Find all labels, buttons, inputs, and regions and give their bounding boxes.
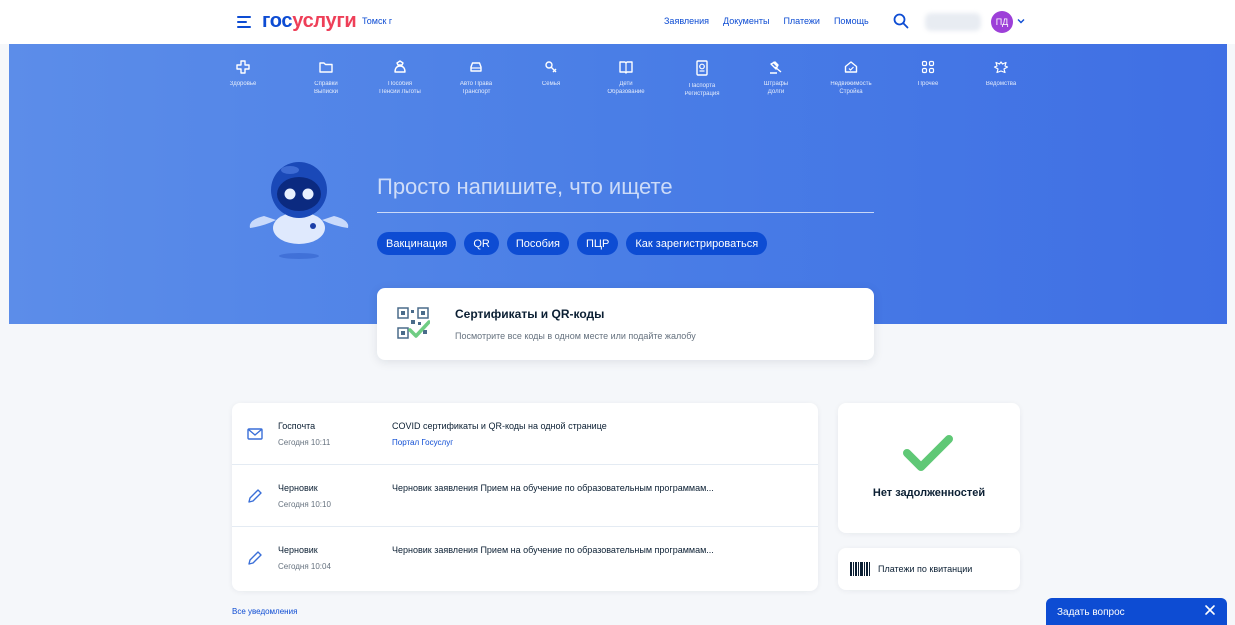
chip-how-to-register[interactable]: Как зарегистрироваться — [626, 232, 768, 255]
nav-payments[interactable]: Платежи — [783, 16, 820, 26]
ask-question-label: Задать вопрос — [1057, 607, 1125, 618]
grid-icon — [921, 60, 935, 74]
category-fines[interactable]: Штрафы Долги — [741, 60, 811, 96]
user-name-blurred[interactable] — [925, 13, 981, 31]
category-sublabel: Образование — [607, 89, 645, 95]
category-sublabel: Транспорт — [461, 89, 491, 95]
nav-documents[interactable]: Документы — [723, 16, 769, 26]
house-icon — [844, 61, 858, 73]
category-label: Недвижимость — [830, 81, 872, 87]
category-label: Паспорта — [688, 83, 716, 89]
close-icon[interactable] — [1204, 604, 1216, 616]
nav-applications[interactable]: Заявления — [664, 16, 709, 26]
pencil-icon — [248, 551, 262, 565]
bag-icon — [394, 60, 406, 73]
envelope-icon — [247, 428, 263, 440]
chevron-down-icon[interactable] — [1017, 17, 1025, 25]
eagle-icon — [993, 61, 1009, 74]
category-sublabel: Пенсии Льготы — [379, 89, 421, 95]
receipt-payments-label: Платежи по квитанции — [878, 564, 973, 574]
category-label: Справки — [314, 81, 338, 87]
category-sublabel: Долги — [767, 89, 785, 95]
category-other[interactable]: Прочее — [893, 60, 963, 88]
debt-status-card[interactable]: Нет задолженностей — [838, 403, 1020, 533]
category-realty[interactable]: Недвижимость Стройка — [816, 60, 886, 96]
logo-part-gos: гос — [262, 10, 293, 32]
query-underline — [377, 212, 874, 213]
category-certificates[interactable]: Справки Выписки — [291, 60, 361, 96]
chip-vaccination[interactable]: Вакцинация — [377, 232, 457, 255]
category-auto[interactable]: Авто Права Транспорт — [441, 60, 511, 96]
category-benefits[interactable]: Пособия Пенсии Льготы — [365, 60, 435, 96]
quick-chips: Вакцинация QR Пособия ПЦР Как зарегистри… — [377, 232, 768, 255]
category-label: Здоровье — [229, 81, 257, 87]
book-icon — [619, 61, 633, 74]
category-family[interactable]: Семья — [516, 60, 586, 88]
promo-card-certificates[interactable]: Сертификаты и QR-коды Посмотрите все код… — [377, 288, 874, 360]
ask-question-widget[interactable]: Задать вопрос — [1046, 598, 1227, 625]
notification-time: Сегодня 10:04 — [278, 562, 331, 571]
notification-row[interactable]: Черновик Сегодня 10:10 Черновик заявлени… — [232, 465, 818, 527]
menu-icon[interactable] — [237, 16, 251, 28]
category-label: Пособия — [387, 81, 413, 87]
notification-type: Черновик — [278, 483, 318, 493]
qr-code-icon — [397, 307, 430, 339]
barcode-icon — [850, 562, 870, 576]
logo[interactable]: госуслуги — [262, 10, 357, 33]
category-sublabel: Регистрация — [684, 91, 720, 97]
search-icon[interactable] — [893, 13, 909, 29]
pacifier-icon — [545, 61, 557, 73]
passport-icon — [696, 60, 708, 76]
category-label: Ведомства — [985, 81, 1017, 87]
robot-assistant-image — [249, 162, 349, 259]
category-agencies[interactable]: Ведомства — [966, 60, 1036, 88]
category-sublabel: Стройка — [839, 89, 863, 95]
notification-text: Черновик заявления Прием на обучение по … — [392, 483, 714, 493]
notification-time: Сегодня 10:10 — [278, 500, 331, 509]
category-sublabel: Выписки — [314, 89, 338, 95]
chip-benefits[interactable]: Пособия — [506, 232, 569, 255]
avatar[interactable]: ПД — [991, 11, 1013, 33]
debt-status-text: Нет задолженностей — [872, 487, 986, 499]
category-health[interactable]: Здоровье — [208, 60, 278, 88]
category-label: Штрафы — [763, 81, 789, 87]
folder-icon — [319, 62, 333, 73]
category-label: Прочее — [917, 81, 939, 87]
notification-row[interactable]: Черновик Сегодня 10:04 Черновик заявлени… — [232, 527, 818, 589]
gavel-icon — [770, 61, 782, 74]
plus-cross-icon — [236, 60, 250, 74]
promo-title: Сертификаты и QR-коды — [455, 307, 605, 321]
notification-source[interactable]: Портал Госуслуг — [392, 438, 453, 447]
logo-part-uslugi: услуги — [292, 10, 357, 32]
top-nav: Заявления Документы Платежи Помощь — [664, 16, 869, 26]
all-notifications-link[interactable]: Все уведомления — [232, 607, 297, 616]
notification-text: COVID сертификаты и QR-коды на одной стр… — [392, 421, 607, 431]
notification-type: Госпочта — [278, 421, 316, 431]
chip-pcr[interactable]: ПЦР — [576, 232, 619, 255]
car-icon — [470, 62, 482, 72]
category-label: Авто Права — [459, 81, 493, 87]
category-education[interactable]: Дети Образование — [591, 60, 661, 96]
city-selector[interactable]: Томск г — [362, 16, 392, 26]
assistant-query-input[interactable]: Просто напишите, что ищете — [377, 174, 673, 200]
nav-help[interactable]: Помощь — [834, 16, 869, 26]
notification-time: Сегодня 10:11 — [278, 438, 331, 447]
notification-type: Черновик — [278, 545, 318, 555]
category-label: Семья — [541, 81, 561, 87]
pencil-icon — [248, 489, 262, 503]
top-header: госуслуги Томск г Заявления Документы Пл… — [0, 0, 1235, 44]
checkmark-icon — [903, 435, 953, 471]
notification-text: Черновик заявления Прием на обучение по … — [392, 545, 714, 555]
receipt-payments-card[interactable]: Платежи по квитанции — [838, 548, 1020, 590]
category-passports[interactable]: Паспорта Регистрация — [667, 60, 737, 98]
promo-subtitle: Посмотрите все коды в одном месте или по… — [455, 331, 696, 341]
chip-qr[interactable]: QR — [464, 232, 499, 255]
notifications-panel: Госпочта Сегодня 10:11 COVID сертификаты… — [232, 403, 818, 591]
notification-row[interactable]: Госпочта Сегодня 10:11 COVID сертификаты… — [232, 403, 818, 465]
category-label: Дети — [619, 81, 633, 87]
